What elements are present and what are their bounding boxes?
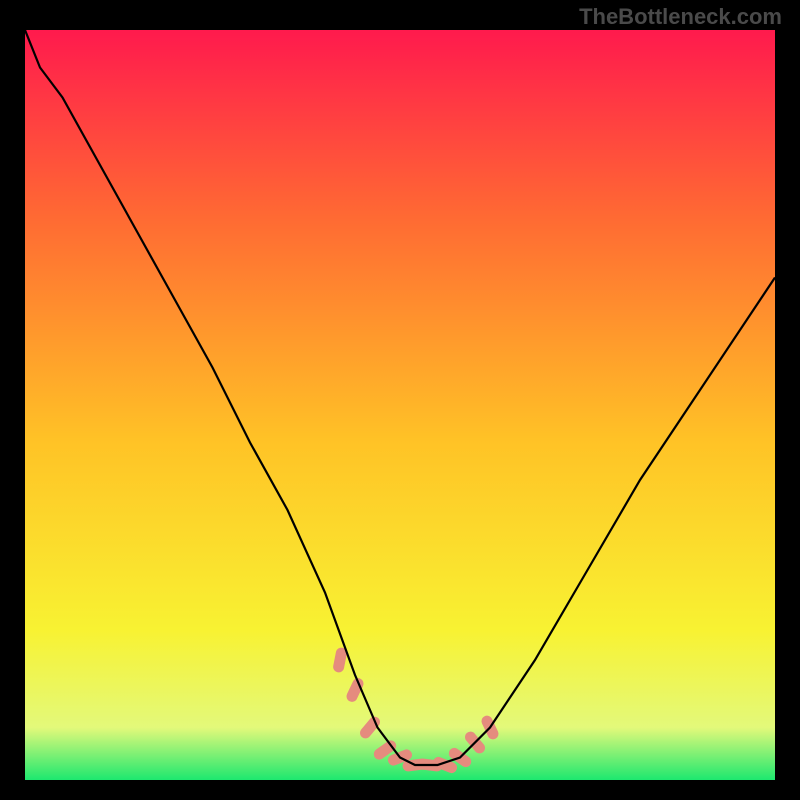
watermark-text: TheBottleneck.com — [579, 4, 782, 30]
gradient-background — [25, 30, 775, 780]
bottleneck-chart — [25, 30, 775, 780]
